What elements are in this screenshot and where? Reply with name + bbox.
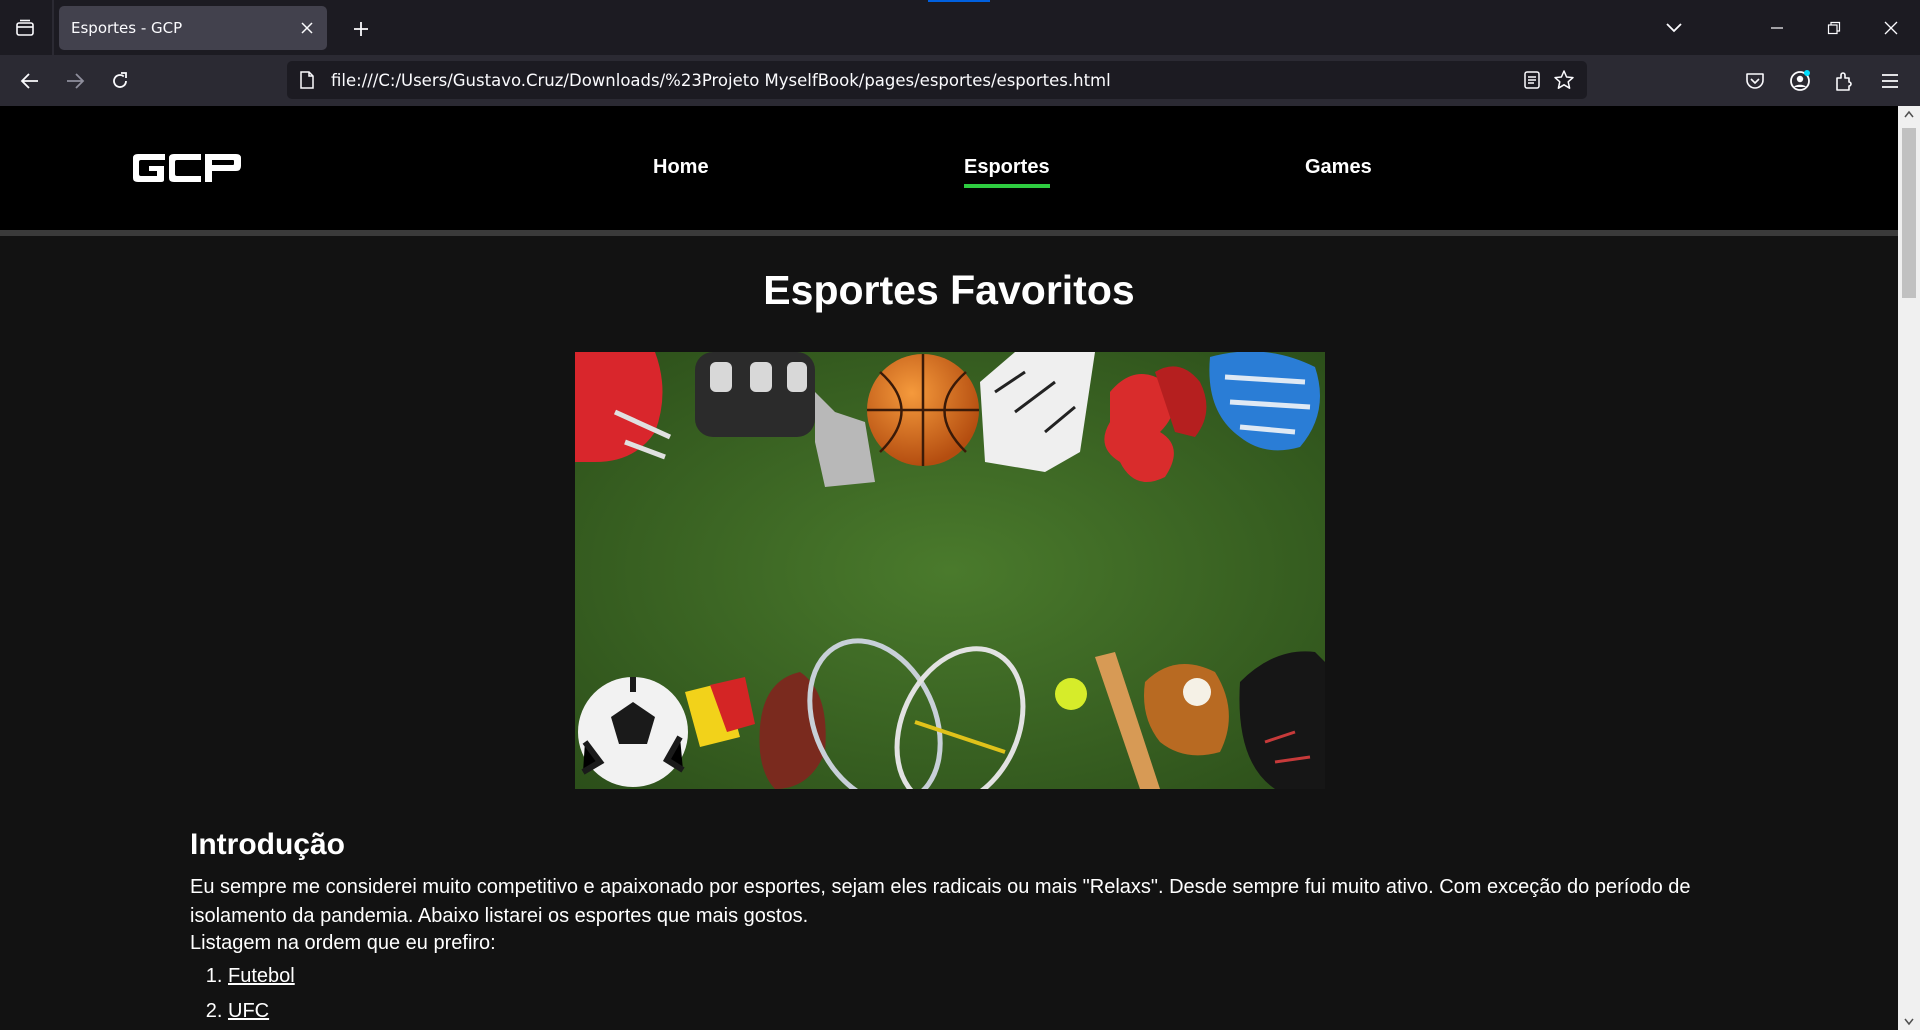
nav-link-games[interactable]: Games	[1305, 156, 1372, 179]
gcp-logo	[133, 154, 241, 182]
navigation-toolbar: file:///C:/Users/Gustavo.Cruz/Downloads/…	[0, 55, 1920, 106]
tab-loading-indicator	[928, 0, 990, 2]
close-window-icon	[1884, 21, 1898, 35]
extensions-icon	[1836, 72, 1852, 91]
restore-icon	[1827, 21, 1841, 35]
tab-close-button[interactable]	[297, 18, 317, 38]
menu-icon	[1882, 74, 1898, 88]
tennis-ball	[1055, 678, 1087, 710]
account-icon	[1790, 70, 1810, 91]
page-title: Esportes Favoritos	[763, 267, 1135, 313]
menu-button[interactable]	[1874, 65, 1906, 97]
list-item: UFC	[228, 999, 295, 1024]
page-viewport: Home Esportes Games Esportes Favoritos I…	[0, 106, 1898, 1030]
restore-button[interactable]	[1819, 14, 1849, 42]
address-bar[interactable]: file:///C:/Users/Gustavo.Cruz/Downloads/…	[287, 61, 1587, 99]
sports-equipment-image	[575, 352, 1325, 789]
site-header: Home Esportes Games	[0, 106, 1898, 230]
extensions-button[interactable]	[1829, 65, 1861, 97]
chevron-down-icon	[1666, 23, 1682, 33]
back-icon	[20, 73, 38, 89]
reload-icon	[113, 72, 127, 88]
forward-icon	[67, 73, 85, 89]
tab-list-button[interactable]	[10, 16, 40, 40]
scroll-down-arrow-icon[interactable]	[1904, 1018, 1914, 1026]
tab-list-icon	[16, 19, 34, 36]
plus-icon	[354, 22, 368, 36]
url-text[interactable]: file:///C:/Users/Gustavo.Cruz/Downloads/…	[331, 71, 1111, 90]
close-icon	[301, 22, 313, 34]
nav-link-home[interactable]: Home	[653, 156, 709, 179]
list-all-tabs-button[interactable]	[1660, 14, 1688, 42]
forward-button[interactable]	[59, 65, 91, 97]
sport-link-futebol[interactable]: Futebol	[228, 965, 295, 987]
minimize-button[interactable]	[1762, 14, 1792, 42]
reader-view-icon[interactable]	[1523, 70, 1541, 90]
tab-strip: Esportes - GCP	[0, 0, 1920, 55]
reload-button[interactable]	[104, 65, 136, 97]
new-tab-button[interactable]	[348, 16, 374, 42]
active-tab[interactable]: Esportes - GCP	[59, 6, 327, 50]
close-window-button[interactable]	[1876, 14, 1906, 42]
account-button[interactable]	[1784, 65, 1816, 97]
site-logo[interactable]	[131, 152, 243, 184]
list-item: Futebol	[228, 964, 295, 989]
pocket-icon	[1746, 73, 1764, 89]
page-icon	[300, 71, 314, 89]
tab-title: Esportes - GCP	[71, 19, 183, 37]
sports-equipment-illustration	[575, 352, 1325, 789]
scrollbar-thumb[interactable]	[1902, 128, 1916, 298]
tab-separator	[52, 0, 54, 55]
header-divider	[0, 230, 1898, 236]
star-icon[interactable]	[1553, 69, 1575, 91]
scroll-up-arrow-icon[interactable]	[1904, 110, 1914, 118]
pocket-button[interactable]	[1739, 65, 1771, 97]
vertical-scrollbar[interactable]	[1898, 106, 1920, 1030]
sport-link-ufc[interactable]: UFC	[228, 1000, 269, 1022]
sports-list: Futebol UFC	[190, 964, 295, 1030]
list-intro: Listagem na ordem que eu prefiro:	[190, 932, 496, 954]
nav-link-esportes[interactable]: Esportes	[964, 156, 1050, 188]
minimize-icon	[1771, 27, 1783, 29]
intro-paragraph: Eu sempre me considerei muito competitiv…	[190, 876, 1691, 927]
back-button[interactable]	[14, 65, 46, 97]
intro-heading: Introdução	[190, 828, 345, 861]
